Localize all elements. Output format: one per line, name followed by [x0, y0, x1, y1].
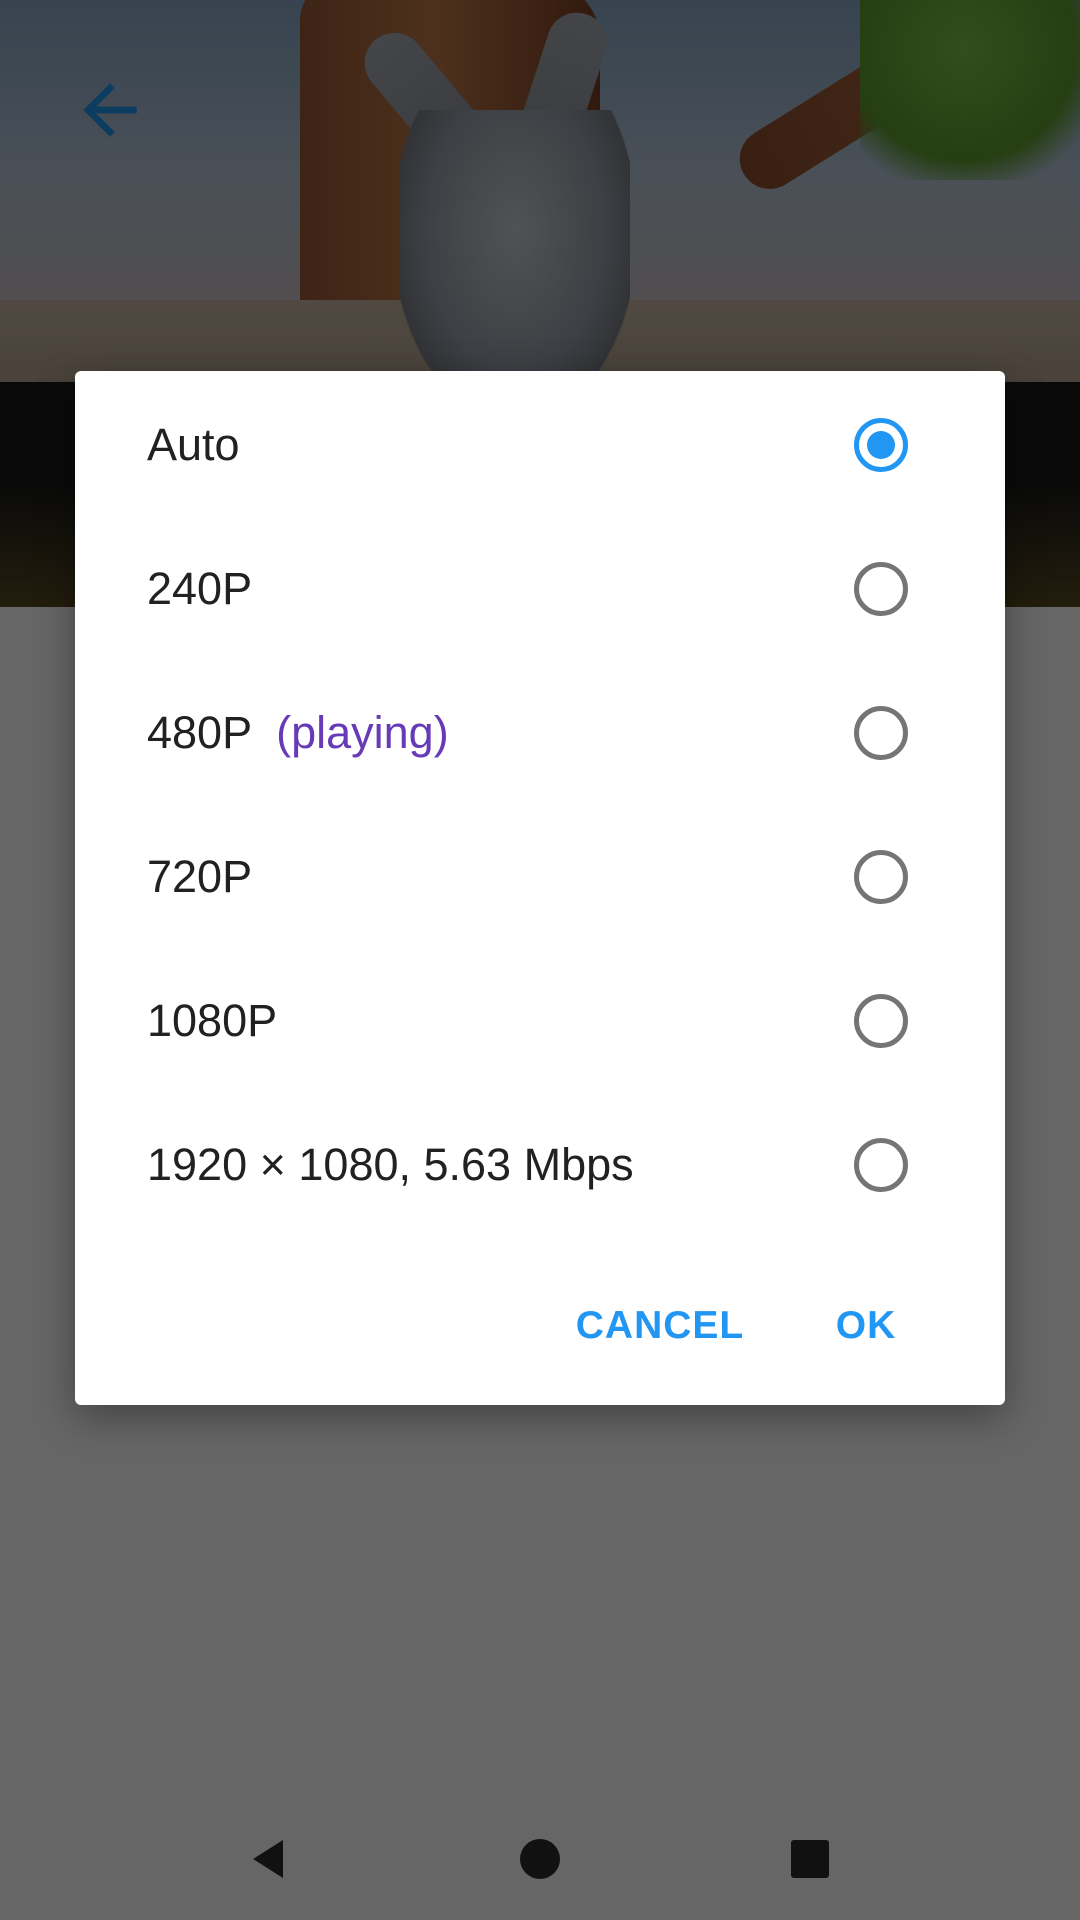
option-label-480p: 480P (playing) — [147, 707, 449, 759]
radio-unchecked-icon[interactable] — [854, 562, 908, 616]
radio-checked-icon[interactable] — [854, 418, 908, 472]
radio-unchecked-icon[interactable] — [854, 1138, 908, 1192]
radio-unchecked-icon[interactable] — [854, 994, 908, 1048]
option-label: Auto — [147, 419, 240, 470]
option-720p[interactable]: 720P — [75, 805, 1005, 949]
nav-back-icon — [253, 1840, 283, 1878]
playing-tag: (playing) — [276, 707, 449, 758]
cancel-button[interactable]: CANCEL — [565, 1281, 755, 1371]
nav-recents-button[interactable] — [765, 1814, 855, 1904]
ok-button[interactable]: OK — [801, 1281, 931, 1371]
radio-unchecked-icon[interactable] — [854, 706, 908, 760]
radio-unchecked-icon[interactable] — [854, 850, 908, 904]
screen: Auto 240P 480P (playing) 720P 1080P 1920 … — [0, 0, 1080, 1920]
nav-home-icon — [520, 1839, 560, 1879]
option-label: 1080P — [147, 995, 278, 1046]
nav-back-button[interactable] — [225, 1814, 315, 1904]
option-240p[interactable]: 240P — [75, 517, 1005, 661]
option-label: 240P — [147, 563, 253, 614]
option-auto[interactable]: Auto — [75, 373, 1005, 517]
option-label: 1920 × 1080, 5.63 Mbps — [147, 1139, 634, 1190]
option-1080p[interactable]: 1080P — [75, 949, 1005, 1093]
navigation-bar — [0, 1800, 1080, 1920]
option-label: 480P — [147, 707, 253, 758]
nav-home-button[interactable] — [495, 1814, 585, 1904]
option-1920x1080[interactable]: 1920 × 1080, 5.63 Mbps — [75, 1093, 1005, 1237]
option-480p[interactable]: 480P (playing) — [75, 661, 1005, 805]
nav-recents-icon — [791, 1840, 829, 1878]
option-label: 720P — [147, 851, 253, 902]
quality-dialog: Auto 240P 480P (playing) 720P 1080P 1920 … — [75, 371, 1005, 1405]
